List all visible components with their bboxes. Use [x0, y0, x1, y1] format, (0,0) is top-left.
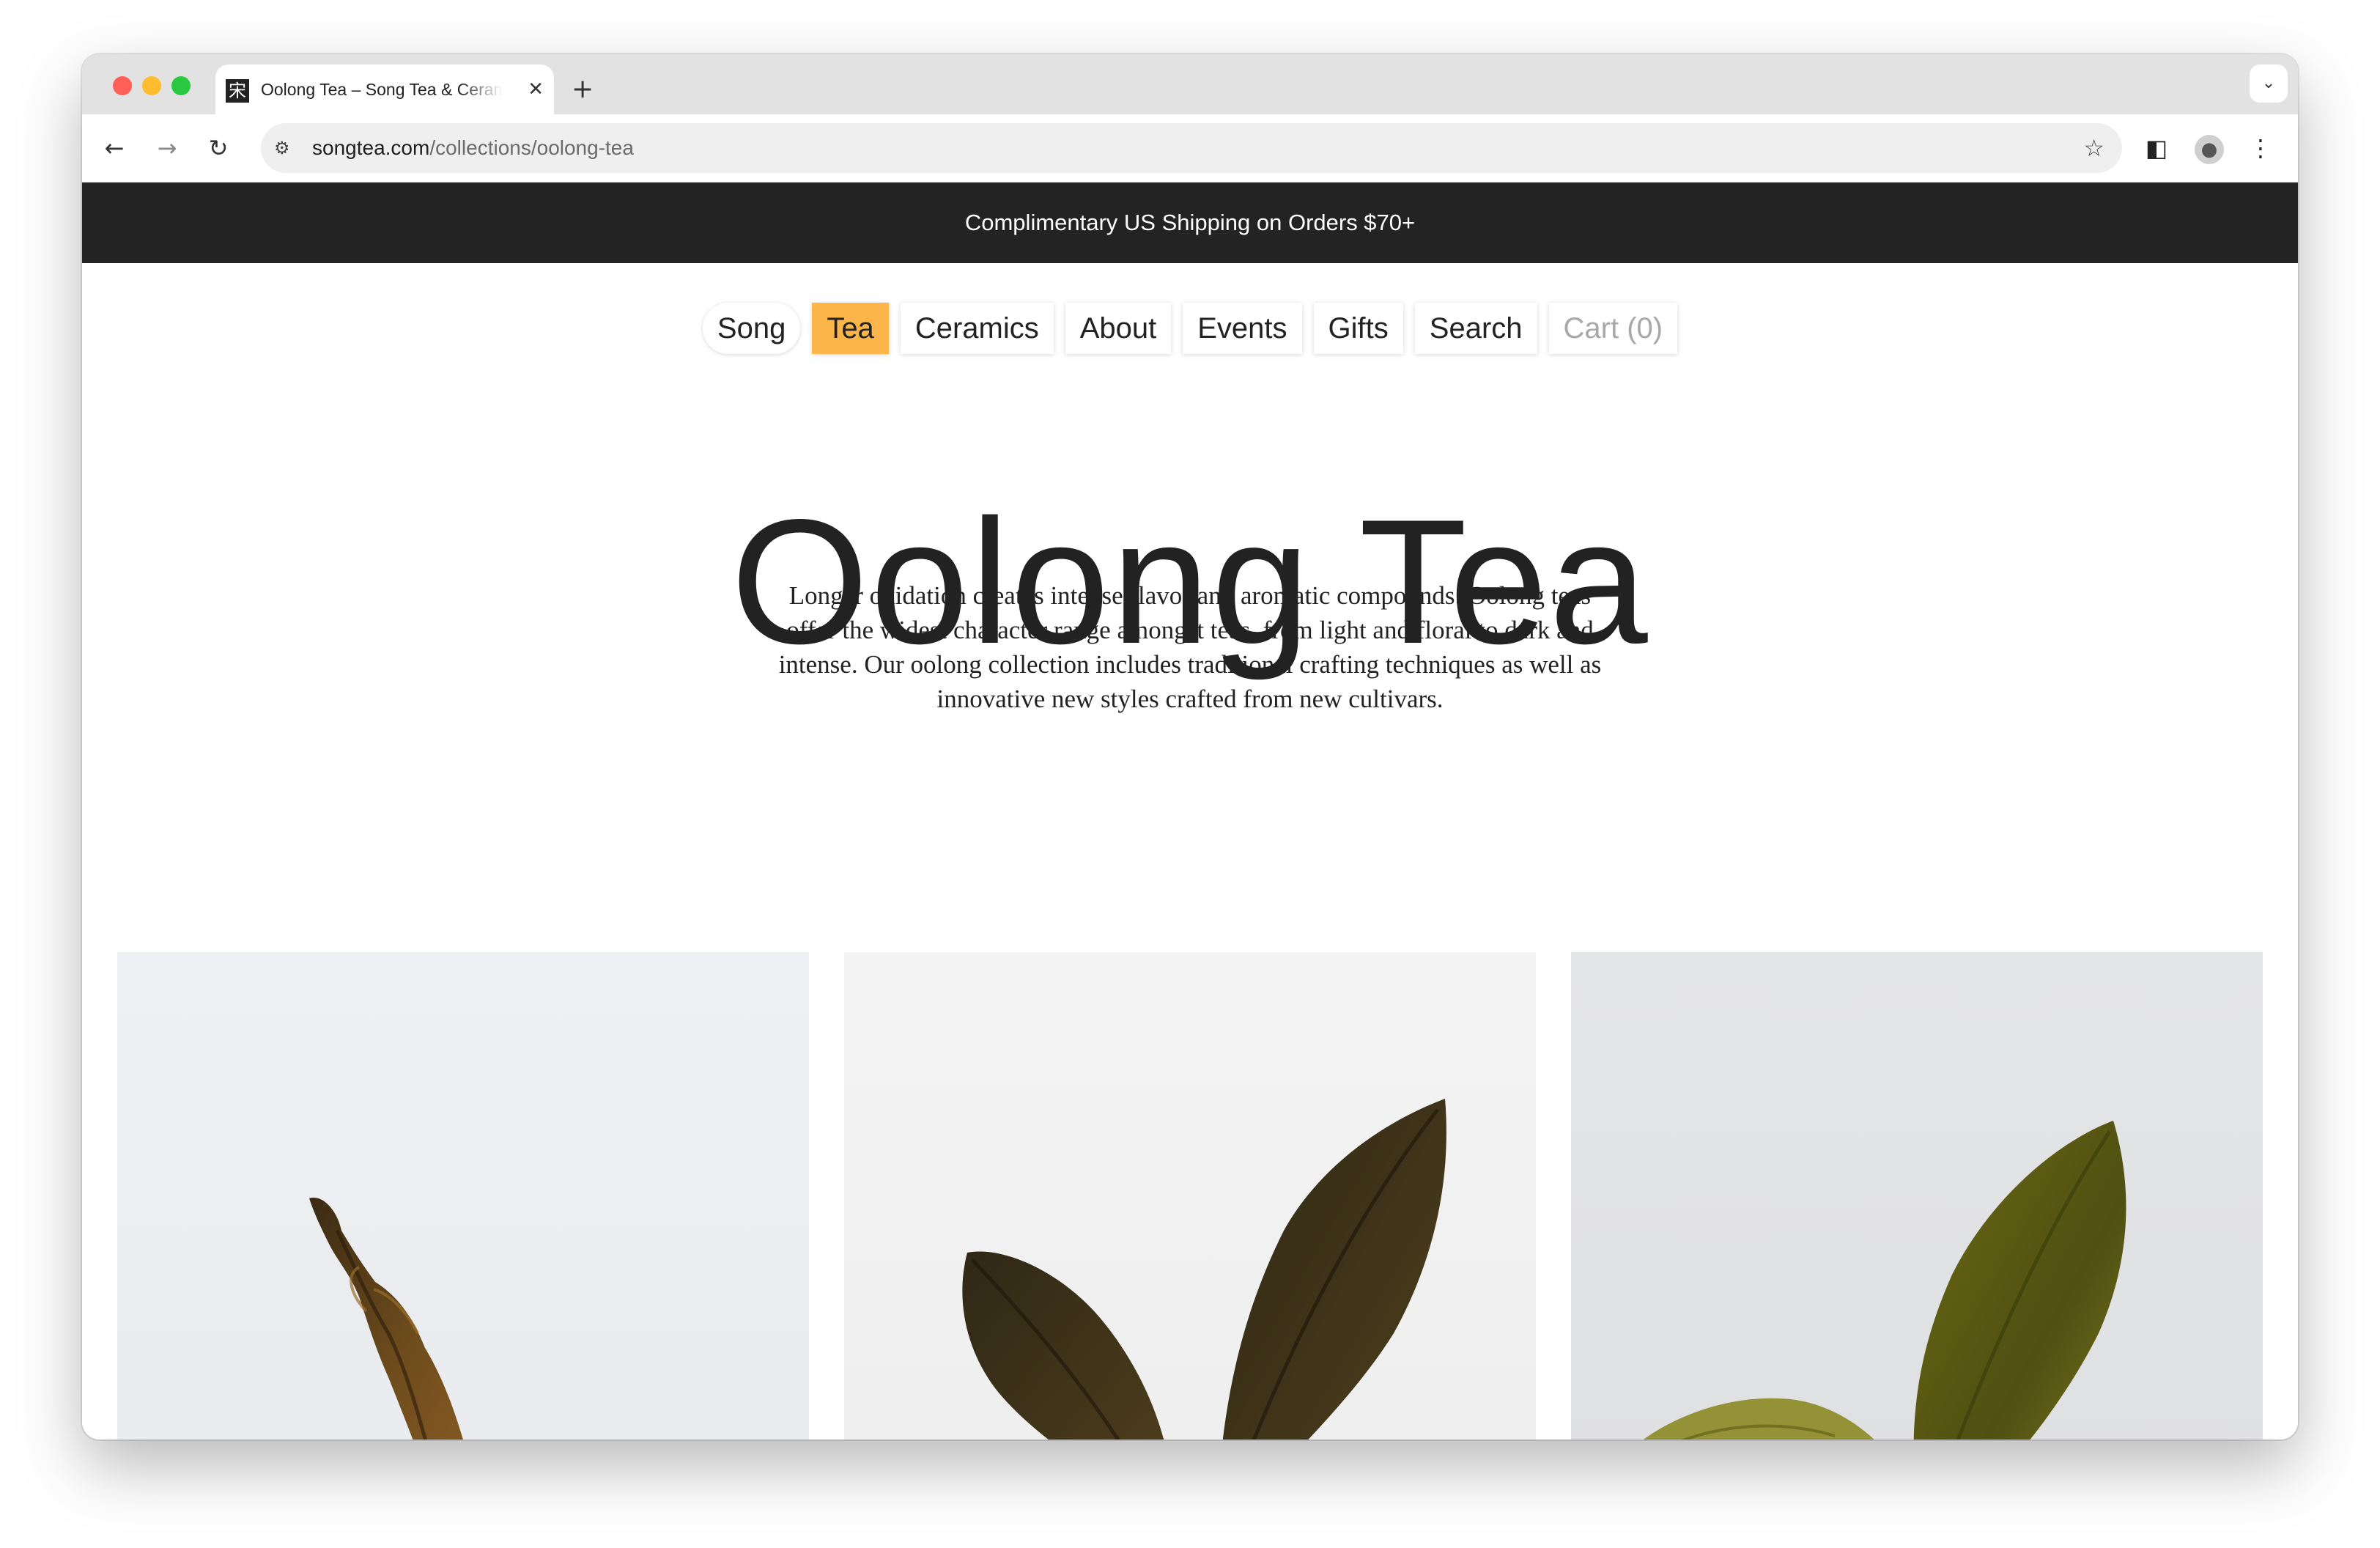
maximize-window-button[interactable] [171, 76, 191, 95]
side-panel-icon[interactable]: ◧ [2137, 125, 2176, 172]
profile-avatar[interactable]: ● [2189, 125, 2229, 172]
tab-search-button[interactable]: ⌄ [2250, 64, 2288, 103]
nav-item-song[interactable]: Song [702, 303, 801, 354]
product-image-green-leaf [1643, 1121, 2126, 1440]
tab-title: Oolong Tea – Song Tea & Ceramics [261, 80, 503, 99]
tab-strip: 宋 Oolong Tea – Song Tea & Ceramics ✕ + ⌄ [82, 54, 2298, 114]
product-card-2[interactable] [844, 952, 1536, 1440]
url-text[interactable]: songtea.com/collections/oolong-tea [312, 123, 634, 173]
url-path: /collections/oolong-tea [429, 136, 634, 159]
browser-menu-icon[interactable]: ⋮ [2241, 125, 2280, 172]
main-nav: Song Tea Ceramics About Events Gifts Search Car… [82, 303, 2298, 355]
collection-description: Longer oxidation creates intense flavor … [778, 581, 1602, 713]
url-host: songtea.com [312, 136, 430, 159]
product-image-two-leaves [962, 1099, 1446, 1440]
nav-item-about[interactable]: About [1065, 303, 1172, 354]
active-tab[interactable]: 宋 Oolong Tea – Song Tea & Ceramics ✕ [215, 64, 554, 114]
announcement-bar: Complimentary US Shipping on Orders $70+ [82, 183, 2298, 263]
nav-item-ceramics[interactable]: Ceramics [900, 303, 1054, 354]
bookmark-star-icon[interactable]: ☆ [2083, 123, 2104, 173]
nav-item-tea[interactable]: Tea [812, 303, 889, 354]
minimize-window-button[interactable] [142, 76, 161, 95]
browser-window: 宋 Oolong Tea – Song Tea & Ceramics ✕ + ⌄… [82, 54, 2298, 1440]
nav-item-events[interactable]: Events [1183, 303, 1302, 354]
site-info-icon[interactable]: ⚙ [274, 123, 290, 173]
profile-icon: ● [2195, 135, 2224, 164]
browser-toolbar: ← → ↻ ⚙ songtea.com/collections/oolong-t… [82, 114, 2298, 183]
product-card-1[interactable] [117, 952, 809, 1440]
nav-item-search[interactable]: Search [1414, 303, 1537, 354]
site-favicon-icon: 宋 [226, 79, 249, 103]
back-arrow-icon[interactable]: ← [92, 125, 136, 172]
forward-arrow-icon[interactable]: → [145, 125, 189, 172]
new-tab-button[interactable]: + [572, 66, 594, 113]
reload-icon[interactable]: ↻ [196, 125, 240, 172]
product-card-3[interactable] [1571, 952, 2263, 1440]
nav-item-gifts[interactable]: Gifts [1313, 303, 1403, 354]
close-window-button[interactable] [113, 76, 132, 95]
close-tab-icon[interactable]: ✕ [528, 64, 544, 114]
product-image-twisted-leaf [309, 1198, 463, 1440]
address-bar[interactable]: ⚙ songtea.com/collections/oolong-tea ☆ [261, 123, 2122, 173]
page-content: Complimentary US Shipping on Orders $70+… [82, 183, 2298, 1440]
nav-item-cart[interactable]: Cart (0) [1548, 303, 1678, 354]
